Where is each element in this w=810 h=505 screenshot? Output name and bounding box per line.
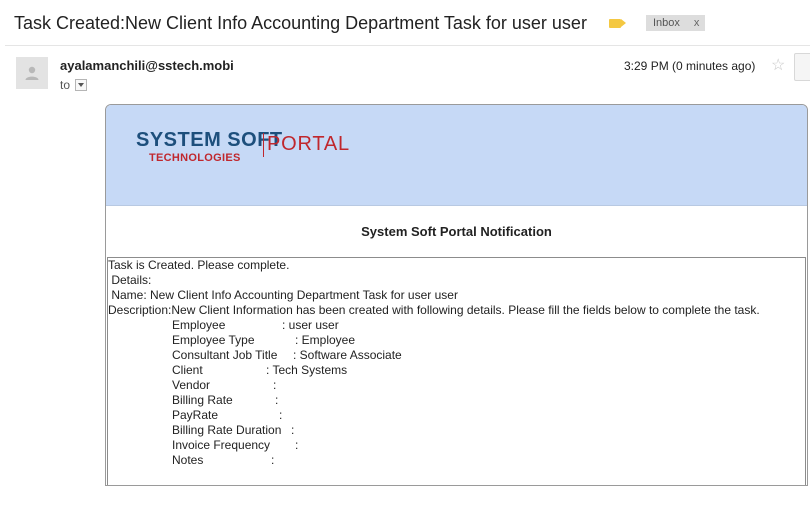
field-value: : Employee <box>295 333 356 347</box>
field-row: PayRate : <box>172 408 805 423</box>
field-row: Billing Rate : <box>172 393 805 408</box>
to-label: to <box>60 78 71 92</box>
field-value: : <box>273 378 277 392</box>
field-row: Client : Tech Systems <box>172 363 805 378</box>
task-details-box: Task is Created. Please complete. Detail… <box>107 257 806 485</box>
sender-email[interactable]: ayalamanchili@sstech.mobi <box>60 58 234 73</box>
star-icon[interactable]: ☆ <box>771 55 785 75</box>
field-label: PayRate <box>172 408 219 422</box>
field-row: Billing Rate Duration : <box>172 423 805 438</box>
inbox-label-text: Inbox <box>652 17 680 29</box>
message-timestamp: 3:29 PM (0 minutes ago) <box>624 59 756 73</box>
company-logo: SYSTEM SOFT TECHNOLOGIES <box>136 130 283 165</box>
notification-title: System Soft Portal Notification <box>361 224 552 239</box>
field-label: Consultant Job Title <box>172 348 278 362</box>
task-intro: Task is Created. Please complete. <box>108 258 290 272</box>
label-tag-icon[interactable] <box>608 18 626 28</box>
field-value: : <box>271 453 275 467</box>
field-value: : user user <box>282 318 339 332</box>
field-value: : <box>295 438 299 452</box>
email-body: SYSTEM SOFT TECHNOLOGIES PORTAL System S… <box>105 104 808 486</box>
recipient-line: to <box>60 78 88 92</box>
subject-row: Task Created:New Client Info Accounting … <box>14 10 706 36</box>
field-label: Billing Rate Duration <box>172 423 282 437</box>
field-label: Vendor <box>172 378 211 392</box>
logo-separator <box>263 133 264 157</box>
logo-main-text: SYSTEM SOFT <box>136 129 283 151</box>
field-label: Invoice Frequency <box>172 438 271 452</box>
portal-banner: SYSTEM SOFT TECHNOLOGIES PORTAL <box>106 105 807 206</box>
field-value: : <box>291 423 295 437</box>
field-label: Billing Rate <box>172 393 233 407</box>
header-divider <box>5 45 810 46</box>
field-value: : Software Associate <box>293 348 402 362</box>
field-value: : Tech Systems <box>266 363 348 377</box>
field-row: Employee : user user <box>172 318 805 333</box>
person-avatar-icon[interactable] <box>16 57 48 89</box>
field-label: Employee Type <box>172 333 255 347</box>
field-value: : <box>275 393 279 407</box>
task-fields: Employee : user user Employee Type : Emp… <box>172 318 805 468</box>
field-row: Consultant Job Title : Software Associat… <box>172 348 805 363</box>
field-row: Vendor : <box>172 378 805 393</box>
logo-portal-text: PORTAL <box>267 133 350 155</box>
field-label: Notes <box>172 453 204 467</box>
task-name: Name: New Client Info Accounting Departm… <box>108 288 458 302</box>
task-description: Description:New Client Information has b… <box>108 303 760 317</box>
field-value: : <box>279 408 283 422</box>
chevron-down-icon[interactable] <box>75 79 88 91</box>
field-row: Notes : <box>172 453 805 468</box>
field-row: Invoice Frequency : <box>172 438 805 453</box>
field-label: Client <box>172 363 203 377</box>
email-subject: Task Created:New Client Info Accounting … <box>14 12 587 33</box>
remove-label-button[interactable]: x <box>694 17 700 29</box>
field-row: Employee Type : Employee <box>172 333 805 348</box>
inbox-label-chip[interactable]: Inbox x <box>645 15 706 31</box>
reply-button[interactable] <box>794 53 810 81</box>
field-label: Employee <box>172 318 226 332</box>
details-heading: Details: <box>108 273 152 287</box>
